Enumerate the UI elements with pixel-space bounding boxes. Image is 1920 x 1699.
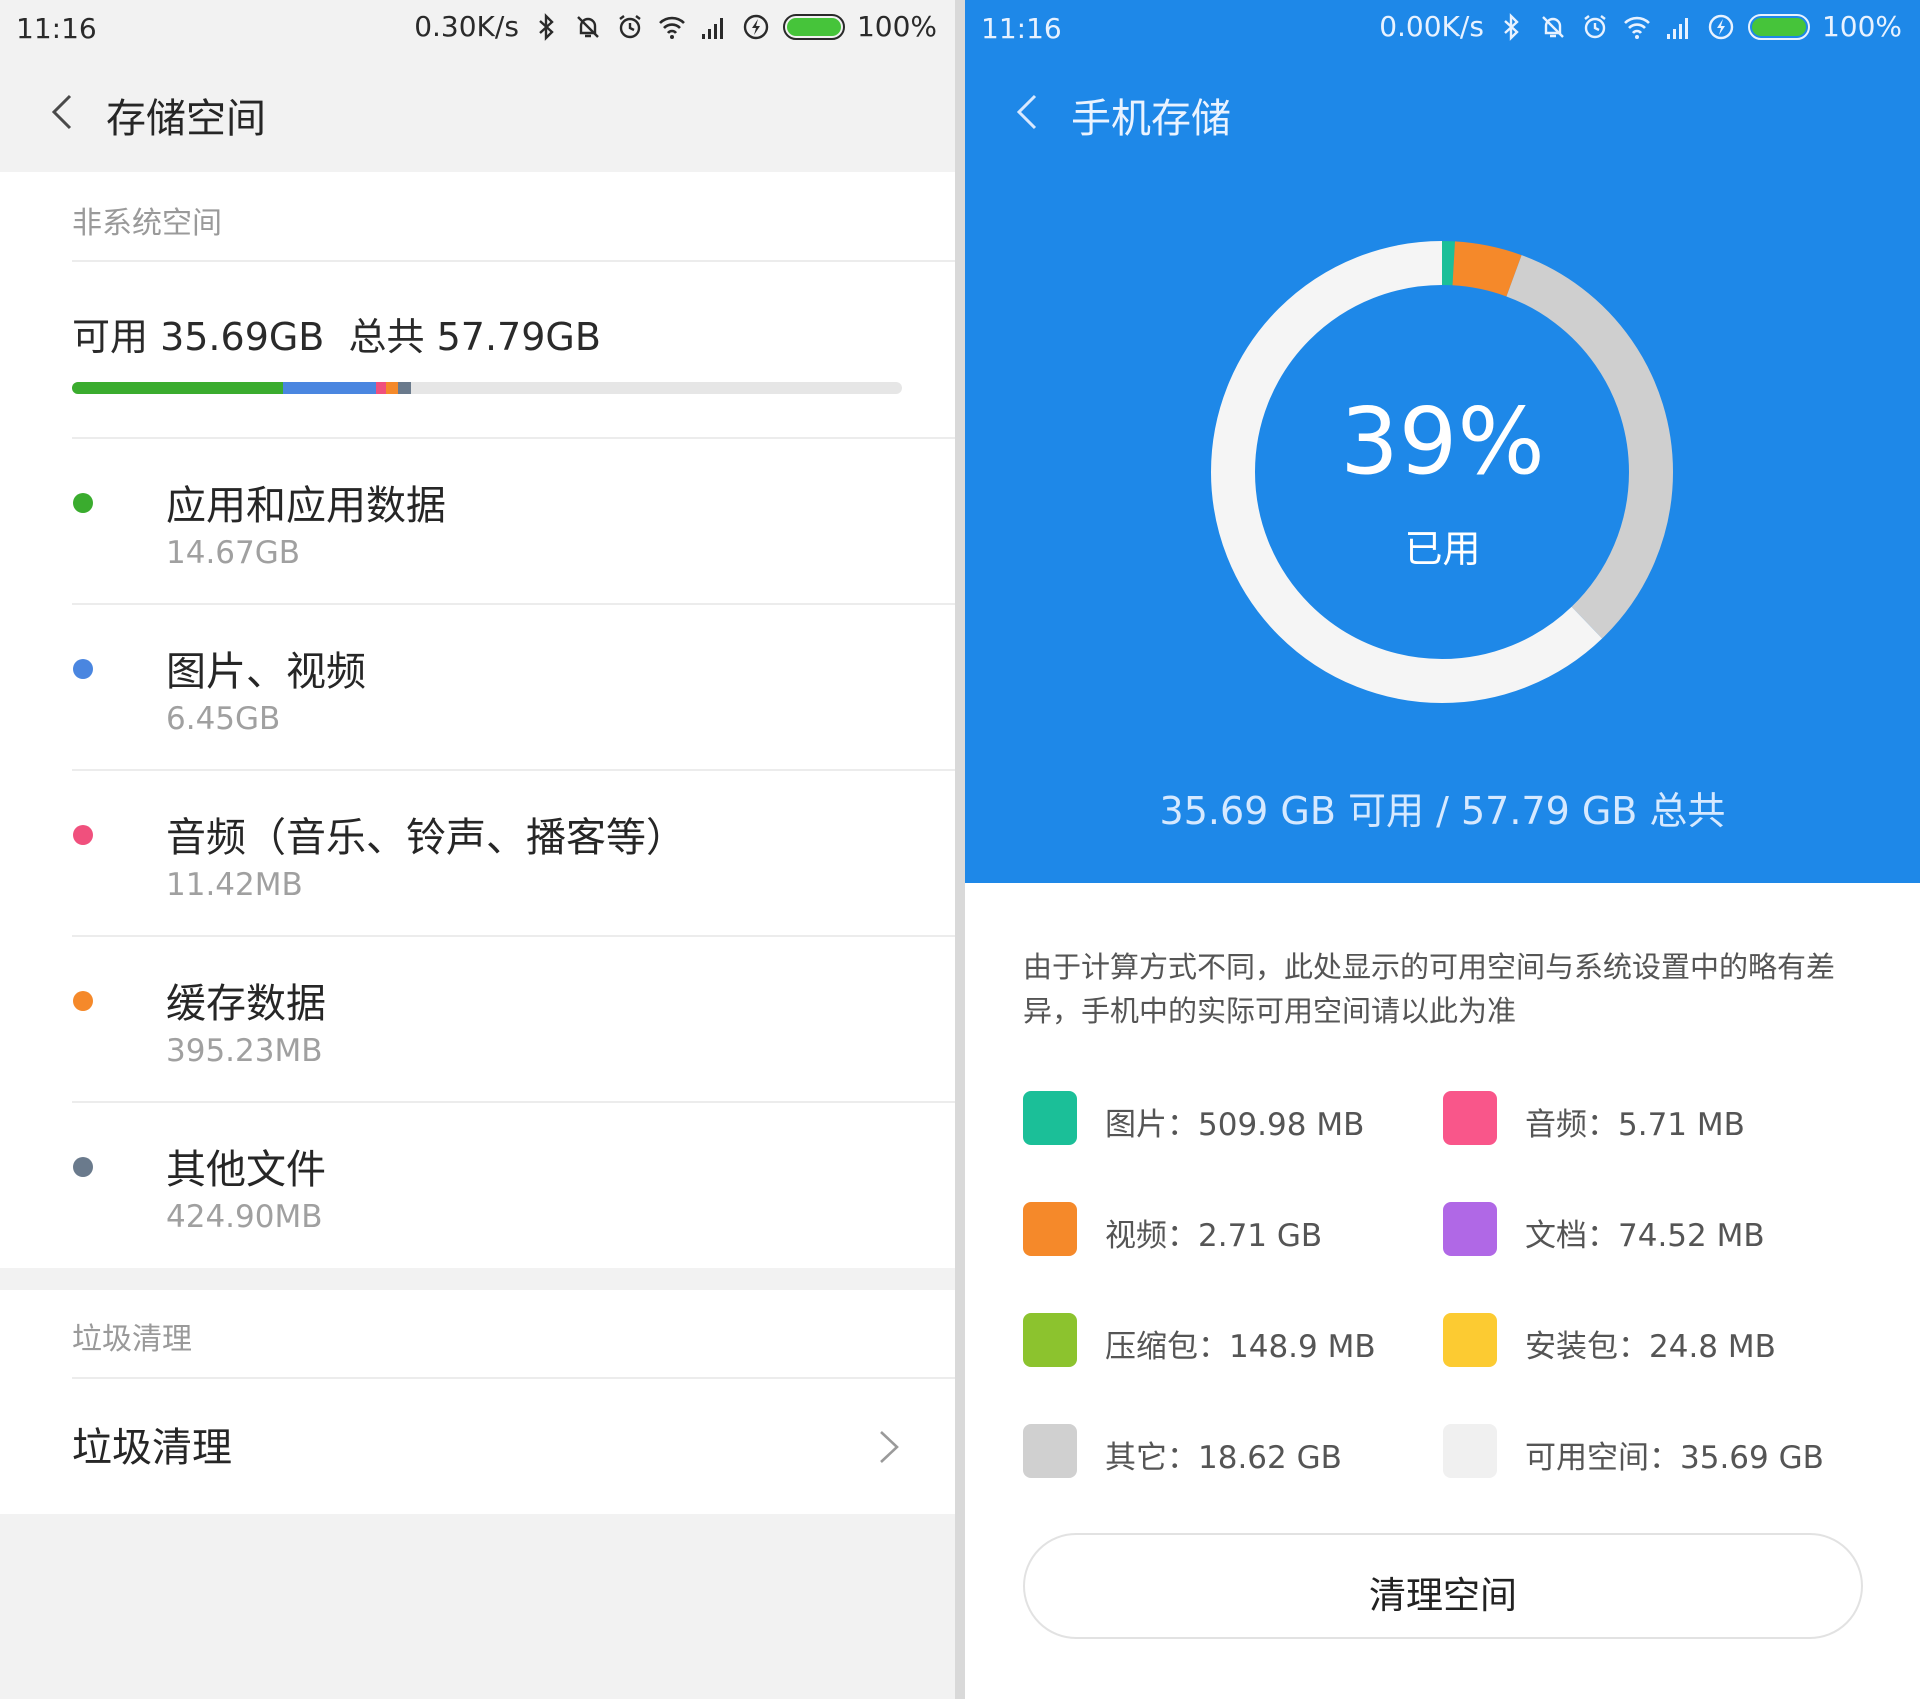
- battery-percent: 100%: [856, 10, 937, 43]
- usage-bar-segment: [72, 382, 283, 394]
- chevron-right-icon: [880, 1431, 899, 1463]
- storage-totals: 35.69 GB 可用 / 57.79 GB 总共: [1159, 789, 1726, 833]
- clean-space-label: 清理空间: [1369, 1574, 1517, 1617]
- category-row[interactable]: 图片、视频 6.45GB: [0, 605, 955, 771]
- status-time: 11:16: [16, 12, 97, 45]
- bluetooth-icon: [539, 12, 554, 41]
- legend-item: 可用空间：35.69 GB: [1443, 1424, 1863, 1478]
- category-name: 图片、视频: [166, 649, 366, 695]
- panel-divider: [955, 0, 965, 1699]
- category-size: 11.42MB: [166, 867, 303, 903]
- category-size: 395.23MB: [166, 1033, 323, 1069]
- legend-swatch: [1023, 1313, 1077, 1367]
- legend-swatch: [1443, 1313, 1497, 1367]
- legend-swatch: [1023, 1202, 1077, 1256]
- legend-item: 文档：74.52 MB: [1443, 1202, 1863, 1256]
- legend-label: 压缩包：148.9 MB: [1105, 1329, 1376, 1365]
- legend-label: 音频：5.71 MB: [1525, 1107, 1745, 1143]
- category-size: 6.45GB: [166, 701, 281, 737]
- percent-used: 39%: [1340, 388, 1545, 495]
- category-name: 其他文件: [166, 1147, 326, 1193]
- battery-icon: [782, 13, 845, 40]
- category-color-dot: [73, 493, 93, 513]
- legend-item: 图片：509.98 MB: [1023, 1091, 1443, 1145]
- storage-note: 由于计算方式不同，此处显示的可用空间与系统设置中的略有差异，手机中的实际可用空间…: [1023, 950, 1836, 1028]
- category-color-dot: [73, 1157, 93, 1177]
- legend-swatch: [1443, 1424, 1497, 1478]
- legend-swatch: [1443, 1091, 1497, 1145]
- legend-label: 可用空间：35.69 GB: [1525, 1440, 1824, 1476]
- legend-swatch: [1023, 1424, 1077, 1478]
- wifi-icon: [659, 16, 685, 39]
- storage-summary: 可用 35.69GB 总共 57.79GB: [72, 315, 601, 359]
- legend-item: 其它：18.62 GB: [1023, 1424, 1443, 1478]
- storage-overview-header: 11:16 0.00K/s 100% 手机存储 39% 已用 35.69 GB: [965, 0, 1920, 883]
- page-title: 存储空间: [106, 96, 266, 142]
- legend-label: 文档：74.52 MB: [1525, 1218, 1765, 1254]
- network-speed: 0.30K/s: [414, 10, 519, 43]
- screen: 11:16 0.30K/s 100% 存储空间 非系统空间 可用 35.69GB…: [0, 0, 1920, 1699]
- category-name: 音频（音乐、铃声、播客等）: [166, 815, 686, 861]
- signal-icon: [701, 17, 723, 39]
- usage-bar-segment: [385, 382, 399, 394]
- legend-item: 压缩包：148.9 MB: [1023, 1313, 1443, 1367]
- legend-swatch: [1443, 1202, 1497, 1256]
- junk-cleanup-item[interactable]: 垃圾清理: [0, 1379, 955, 1514]
- status-bar: 11:16 0.30K/s 100%: [0, 0, 955, 56]
- usage-bar-segment: [375, 382, 386, 394]
- category-name: 应用和应用数据: [166, 483, 446, 529]
- phone-storage-panel: 11:16 0.00K/s 100% 手机存储 39% 已用 35.69 GB: [965, 0, 1920, 1699]
- used-label: 已用: [1404, 527, 1481, 571]
- legend-label: 视频：2.71 GB: [1105, 1218, 1323, 1254]
- section-label-non-system: 非系统空间: [72, 206, 222, 241]
- section-label-junk: 垃圾清理: [72, 1322, 192, 1357]
- category-size: 424.90MB: [166, 1199, 323, 1235]
- status-icons: 0.30K/s 100%: [414, 10, 937, 43]
- storage-settings-panel: 11:16 0.30K/s 100% 存储空间 非系统空间 可用 35.69GB…: [0, 0, 955, 1699]
- storage-usage-bar: [72, 382, 902, 394]
- legend-item: 音频：5.71 MB: [1443, 1091, 1863, 1145]
- legend-label: 图片：509.98 MB: [1105, 1107, 1365, 1143]
- legend-label: 其它：18.62 GB: [1105, 1440, 1342, 1476]
- junk-cleanup-card: 垃圾清理 垃圾清理: [0, 1290, 955, 1514]
- alarm-icon: [619, 14, 641, 38]
- junk-cleanup-label: 垃圾清理: [72, 1425, 232, 1471]
- category-size: 14.67GB: [166, 535, 301, 571]
- legend-item: 视频：2.71 GB: [1023, 1202, 1443, 1256]
- usage-bar-segment: [282, 382, 376, 394]
- divider: [72, 260, 955, 262]
- mute-bell-icon: [577, 15, 599, 38]
- category-row[interactable]: 应用和应用数据 14.67GB: [0, 439, 955, 605]
- category-color-dot: [73, 825, 93, 845]
- legend-label: 安装包：24.8 MB: [1525, 1329, 1776, 1365]
- category-name: 缓存数据: [166, 981, 326, 1027]
- legend-item: 安装包：24.8 MB: [1443, 1313, 1863, 1367]
- category-row[interactable]: 其他文件 424.90MB: [0, 1103, 955, 1269]
- app-bar: 存储空间: [0, 56, 955, 172]
- back-chevron-icon[interactable]: [44, 92, 84, 132]
- usage-bar-segment: [398, 382, 411, 394]
- category-color-dot: [73, 991, 93, 1011]
- category-row[interactable]: 音频（音乐、铃声、播客等） 11.42MB: [0, 771, 955, 937]
- category-color-dot: [73, 659, 93, 679]
- clean-space-button[interactable]: 清理空间: [1023, 1533, 1863, 1639]
- legend-swatch: [1023, 1091, 1077, 1145]
- non-system-storage-card: 非系统空间 可用 35.69GB 总共 57.79GB 应用和应用数据 14.67…: [0, 172, 955, 1268]
- charging-icon: [743, 14, 769, 39]
- category-row[interactable]: 缓存数据 395.23MB: [0, 937, 955, 1103]
